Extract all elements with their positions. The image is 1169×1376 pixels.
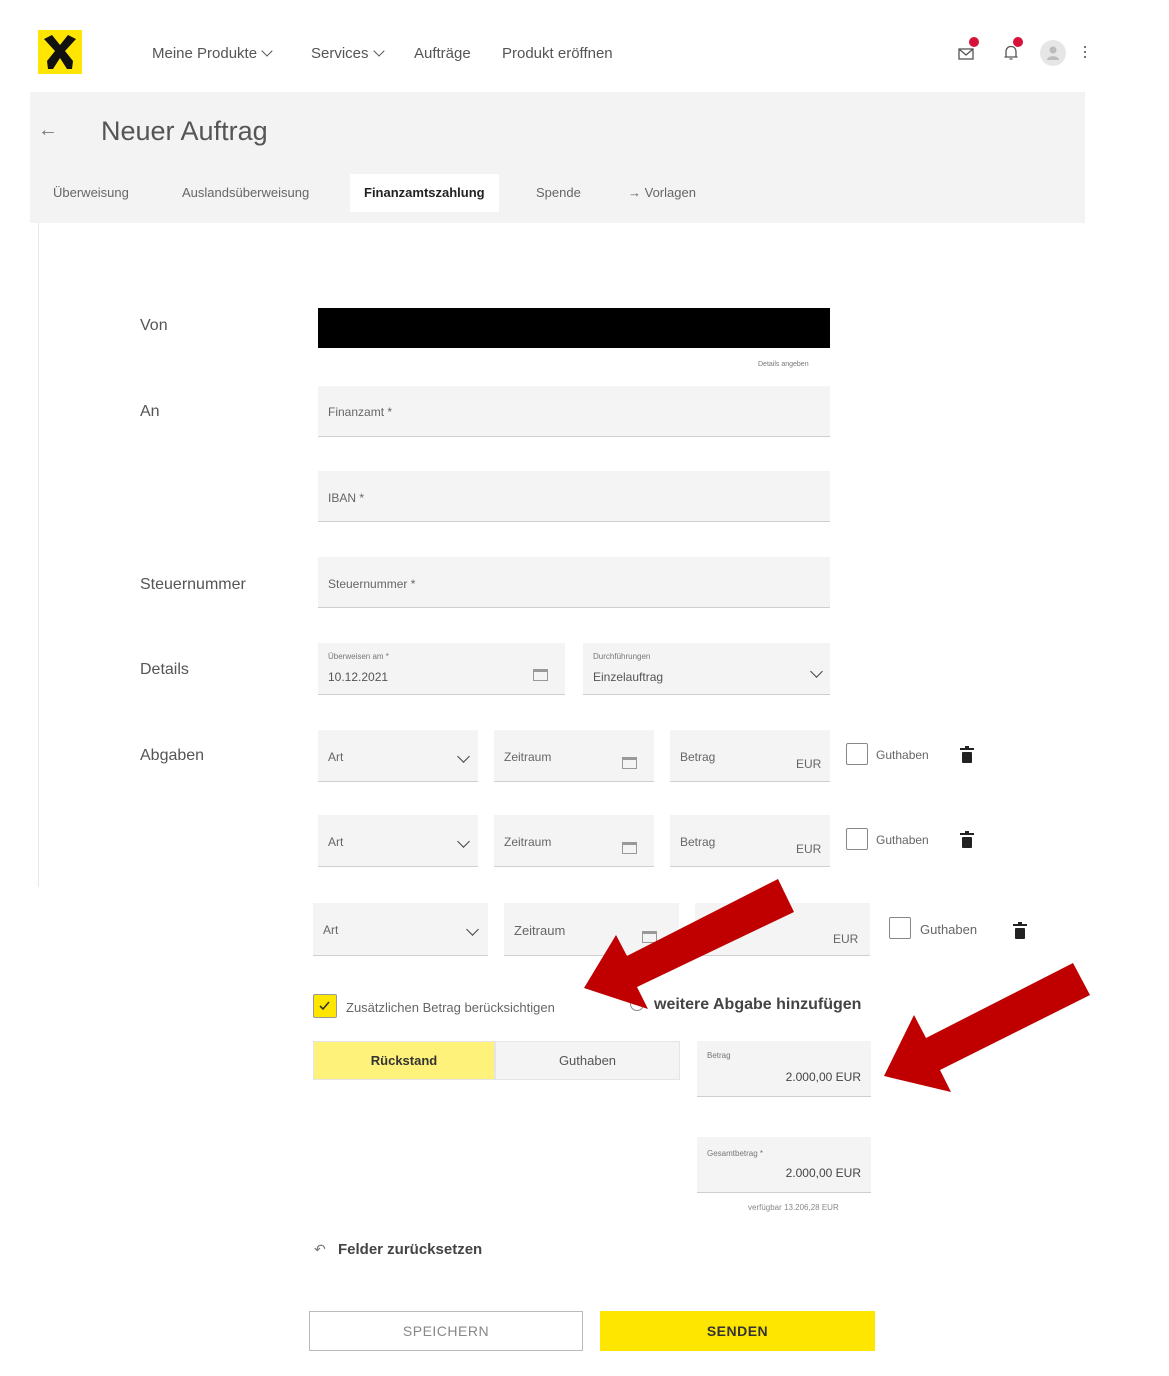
annotation-arrow-1 [584,879,794,1009]
annotation-arrows [584,879,1090,1092]
annotation-arrow-2 [884,963,1090,1092]
